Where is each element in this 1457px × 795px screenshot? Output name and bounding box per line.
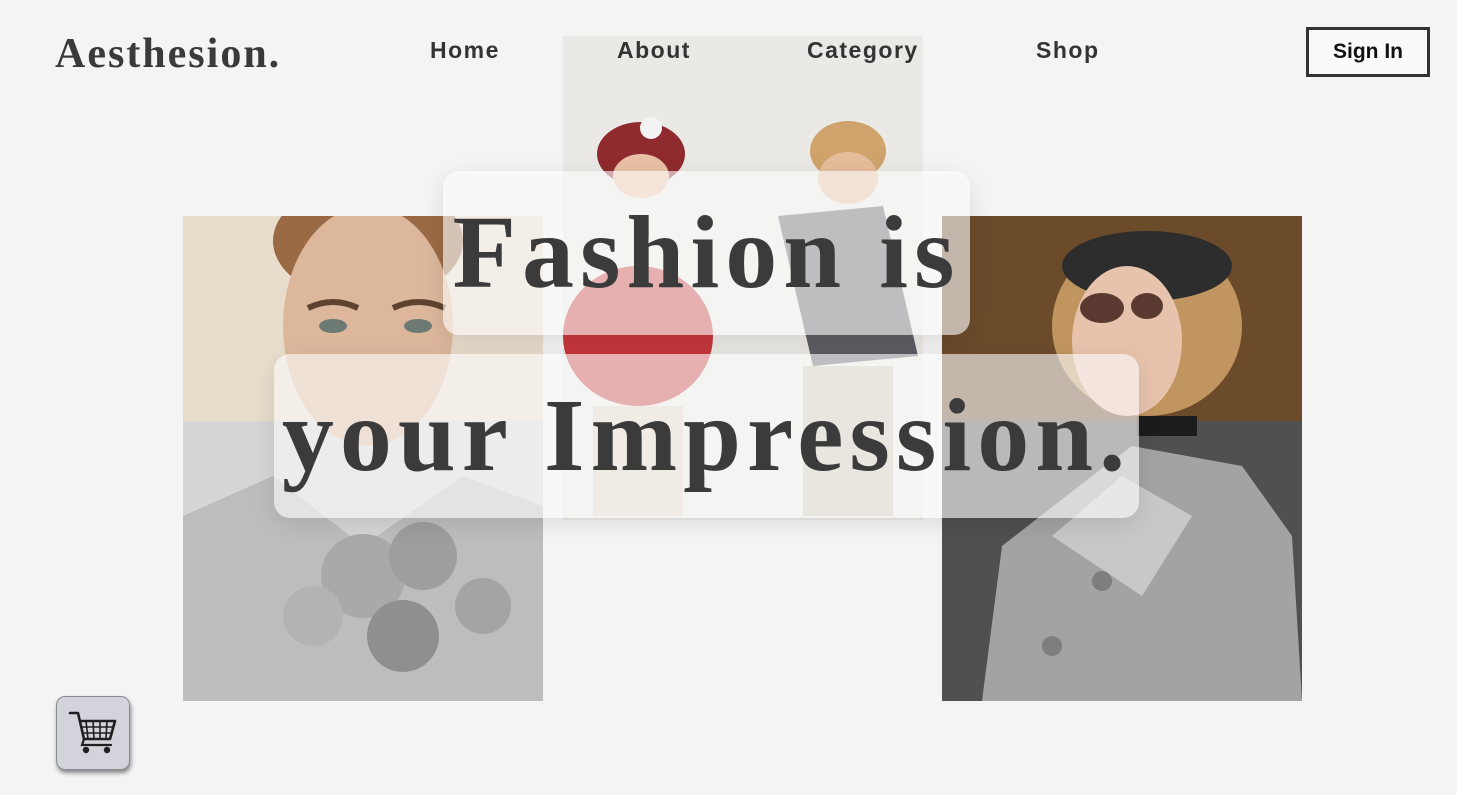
shopping-cart-button[interactable] <box>56 696 130 770</box>
brand-logo[interactable]: Aesthesion. <box>55 30 281 78</box>
hero-headline-line2-panel: your Impression. <box>274 354 1139 518</box>
shopping-cart-icon <box>68 709 118 758</box>
sign-in-button[interactable]: Sign In <box>1306 27 1430 77</box>
nav-home-link[interactable]: Home <box>430 36 500 64</box>
hero-headline-line1-panel: Fashion is <box>443 171 970 335</box>
nav-category-link[interactable]: Category <box>807 36 919 64</box>
page: Aesthesion. Home About Category Shop Sig… <box>0 0 1457 795</box>
nav-about-link[interactable]: About <box>617 36 691 64</box>
hero-headline-line1: Fashion is <box>452 195 961 310</box>
nav-shop-link[interactable]: Shop <box>1036 36 1100 64</box>
hero-headline-line2: your Impression. <box>281 378 1132 493</box>
